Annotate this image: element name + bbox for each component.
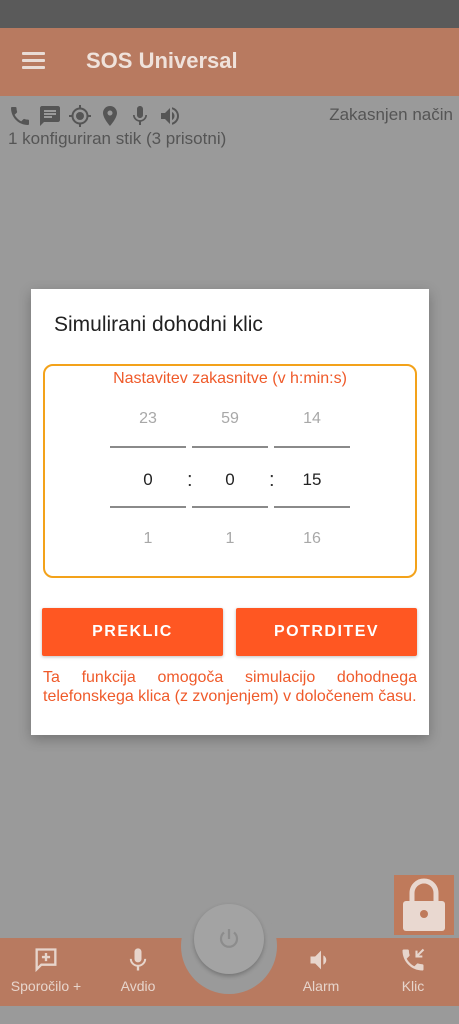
hours-next[interactable]: 1	[110, 530, 186, 548]
dialog-title: Simulirani dohodni klic	[54, 313, 263, 336]
power-icon	[219, 929, 239, 948]
nav-audio-label: Avdio	[120, 978, 156, 994]
microphone-icon	[133, 106, 147, 125]
hours-prev[interactable]: 23	[110, 410, 186, 428]
seconds-next[interactable]: 16	[274, 530, 350, 548]
info-text: Ta funkcija omogoča simulacijo dohodnega…	[43, 669, 417, 705]
divider	[110, 506, 186, 508]
bottom-strip	[0, 1006, 459, 1024]
message-icon	[40, 106, 60, 126]
divider	[192, 446, 268, 448]
simulated-call-dialog: Simulirani dohodni klic Nastavitev zakas…	[31, 289, 429, 735]
configured-contacts-text: 1 konfiguriran stik (3 prisotni)	[8, 129, 227, 148]
microphone-icon	[129, 948, 147, 971]
speaker-icon	[161, 107, 179, 125]
speaker-icon	[310, 950, 327, 970]
mode-label: Zakasnjen način	[329, 105, 453, 124]
divider	[192, 506, 268, 508]
confirm-button[interactable]: POTRDITEV	[236, 608, 417, 656]
menu-icon[interactable]	[22, 52, 45, 70]
lock-icon	[403, 878, 445, 931]
system-status-bar	[0, 0, 459, 28]
app-title: SOS Universal	[86, 48, 238, 73]
divider	[110, 446, 186, 448]
seconds-current[interactable]: 15	[274, 470, 350, 490]
divider	[274, 446, 350, 448]
cancel-button[interactable]: PREKLIC	[42, 608, 223, 656]
phone-icon	[11, 107, 29, 125]
minutes-next[interactable]: 1	[192, 530, 268, 548]
minutes-prev[interactable]: 59	[192, 410, 268, 428]
nav-call-label: Klic	[401, 978, 425, 994]
app-bar: SOS Universal	[0, 28, 459, 96]
status-icon-row	[8, 104, 182, 128]
seconds-prev[interactable]: 14	[274, 410, 350, 428]
picker-label: Nastavitev zakasnitve (v h:min:s)	[113, 370, 347, 387]
gps-target-icon	[69, 105, 91, 127]
hours-current[interactable]: 0	[110, 470, 186, 490]
nav-call-button[interactable]: Klic	[368, 946, 458, 994]
minutes-current[interactable]: 0	[192, 470, 268, 490]
lock-button[interactable]	[394, 875, 454, 935]
nav-alarm-button[interactable]: Alarm	[276, 946, 366, 994]
location-pin-icon	[103, 106, 117, 126]
incoming-call-icon	[402, 948, 425, 971]
nav-audio-button[interactable]: Avdio	[93, 946, 183, 994]
add-message-icon	[35, 948, 57, 973]
nav-alarm-label: Alarm	[302, 978, 340, 994]
power-button[interactable]	[194, 904, 264, 974]
divider	[274, 506, 350, 508]
nav-message-button[interactable]: Sporočilo +	[1, 946, 91, 994]
delay-time-picker: Nastavitev zakasnitve (v h:min:s) 23 0 1…	[43, 364, 417, 578]
nav-message-label: Sporočilo +	[10, 978, 82, 994]
